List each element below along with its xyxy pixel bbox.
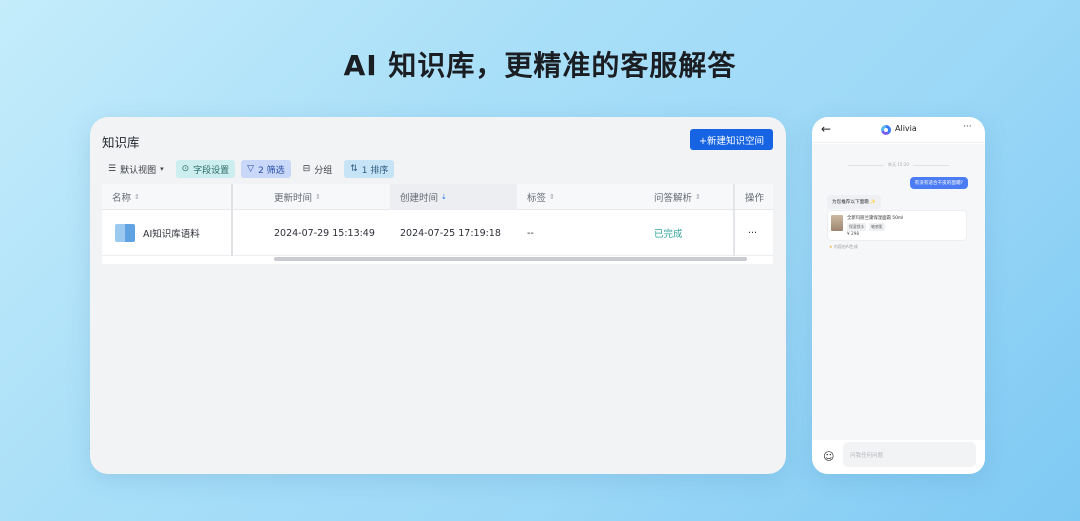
- chat-input[interactable]: 问我任何问题: [843, 442, 976, 467]
- filter-icon: ▽: [247, 164, 255, 174]
- table-row[interactable]: AI知识库语料 2024-07-29 15:13:49 2024-07-25 1…: [102, 210, 773, 256]
- column-header-qa-parse[interactable]: 问答解析 ⇕: [654, 184, 729, 210]
- column-header-name[interactable]: 名称 ⇕: [112, 184, 222, 210]
- column-header-created[interactable]: 创建时间 ⇣: [390, 184, 517, 210]
- filter-label: 2 筛选: [258, 165, 285, 176]
- page-headline: AI 知识库，更精准的客服解答: [343, 49, 737, 82]
- chat-header: ← Alivia ···: [812, 117, 985, 143]
- cell-tags: --: [527, 227, 534, 239]
- column-label: 创建时间: [400, 193, 439, 204]
- sort-button[interactable]: ⇅ 1 排序: [344, 160, 395, 178]
- sort-icon: ⇅: [350, 164, 358, 174]
- chevron-down-icon: ▾: [160, 165, 164, 173]
- table-header: 名称 ⇕ 更新时间 ⇕ 创建时间 ⇣ 标签 ⇕ 问答解析 ⇕ 操作: [102, 184, 773, 210]
- column-label: 名称: [112, 193, 132, 204]
- frozen-column-divider: [231, 184, 233, 256]
- cell-qa-parse-status: 已完成: [654, 229, 683, 240]
- sort-icon: ⇕: [315, 193, 321, 201]
- filter-button[interactable]: ▽ 2 筛选: [241, 160, 291, 178]
- column-label: 问答解析: [654, 193, 693, 204]
- new-knowledge-space-button[interactable]: +新建知识空间: [690, 129, 773, 150]
- product-price: ¥ 298: [847, 231, 859, 236]
- column-label: 更新时间: [274, 193, 313, 204]
- actions-column-divider: [733, 184, 735, 256]
- knowledge-base-window: 知识库 +新建知识空间 ☰ 默认视图 ▾ ⊙ 字段设置 ▽ 2 筛选 ⊟ 分组 …: [90, 117, 786, 474]
- book-icon: [115, 224, 135, 242]
- mobile-chat-window: ← Alivia ··· 昨天 15:20 有没有适合干皮的面霜? 为您推荐以下…: [812, 117, 985, 474]
- product-card[interactable]: 全新玛丽兰黛保湿面霜 50ml 保湿锁水 敏感肌 ¥ 298: [827, 210, 967, 241]
- horizontal-scrollbar[interactable]: [274, 257, 747, 261]
- sort-desc-icon: ⇣: [441, 193, 447, 201]
- field-settings-label: 字段设置: [193, 165, 230, 176]
- product-tag: 保湿锁水: [847, 223, 867, 231]
- ai-generated-note: ★ 内容由AI生成: [829, 244, 858, 250]
- row-name: AI知识库语料: [143, 229, 200, 240]
- default-view-label: 默认视图: [120, 165, 157, 176]
- cell-name[interactable]: AI知识库语料: [115, 210, 230, 256]
- more-icon[interactable]: ···: [963, 122, 972, 132]
- column-header-tags[interactable]: 标签 ⇕: [527, 184, 627, 210]
- group-button[interactable]: ⊟ 分组: [297, 160, 339, 178]
- settings-circle-icon: ⊙: [181, 164, 190, 174]
- chat-timestamp: 昨天 15:20: [812, 162, 985, 168]
- knowledge-table: 名称 ⇕ 更新时间 ⇕ 创建时间 ⇣ 标签 ⇕ 问答解析 ⇕ 操作 AI知识库语料: [102, 184, 773, 264]
- row-more-button[interactable]: ···: [748, 210, 768, 256]
- ai-note-text: 内容由AI生成: [833, 244, 858, 249]
- field-settings-button[interactable]: ⊙ 字段设置: [175, 160, 236, 178]
- chat-bubble-icon[interactable]: ☺: [823, 450, 834, 463]
- sort-icon: ⇕: [134, 193, 140, 201]
- column-label: 标签: [527, 193, 547, 204]
- group-label: 分组: [314, 165, 333, 176]
- product-name: 全新玛丽兰黛保湿面霜 50ml: [847, 216, 904, 221]
- view-toolbar: ☰ 默认视图 ▾ ⊙ 字段设置 ▽ 2 筛选 ⊟ 分组 ⇅ 1 排序: [102, 160, 395, 178]
- user-message-bubble: 有没有适合干皮的面霜?: [909, 177, 968, 189]
- default-view-button[interactable]: ☰ 默认视图 ▾: [102, 160, 170, 178]
- list-icon: ☰: [108, 164, 117, 174]
- product-thumbnail: [831, 215, 843, 231]
- column-header-updated[interactable]: 更新时间 ⇕: [274, 184, 384, 210]
- bot-message-bubble: 为您推荐以下面霜 ✨: [827, 195, 881, 209]
- column-label: 操作: [745, 193, 765, 204]
- sort-icon: ⇕: [549, 193, 555, 201]
- cell-updated: 2024-07-29 15:13:49: [274, 227, 375, 239]
- column-header-actions: 操作: [745, 184, 773, 210]
- corner-mark: ·: [89, 446, 91, 452]
- sort-icon: ⇕: [695, 193, 701, 201]
- cell-created: 2024-07-25 17:19:18: [400, 227, 501, 239]
- product-tags: 保湿锁水 敏感肌: [847, 223, 885, 231]
- page-title: 知识库: [102, 135, 140, 150]
- chat-input-bar: ☺ 问我任何问题: [812, 441, 985, 474]
- assistant-name: Alivia: [895, 124, 917, 133]
- star-icon: ★: [829, 244, 833, 249]
- product-tag: 敏感肌: [869, 223, 885, 231]
- assistant-logo-icon: [881, 125, 891, 135]
- back-arrow-icon[interactable]: ←: [821, 122, 831, 136]
- group-icon: ⊟: [302, 164, 311, 174]
- sort-label: 1 排序: [361, 165, 389, 176]
- chat-body: 昨天 15:20 有没有适合干皮的面霜? 为您推荐以下面霜 ✨ 全新玛丽兰黛保湿…: [812, 144, 985, 440]
